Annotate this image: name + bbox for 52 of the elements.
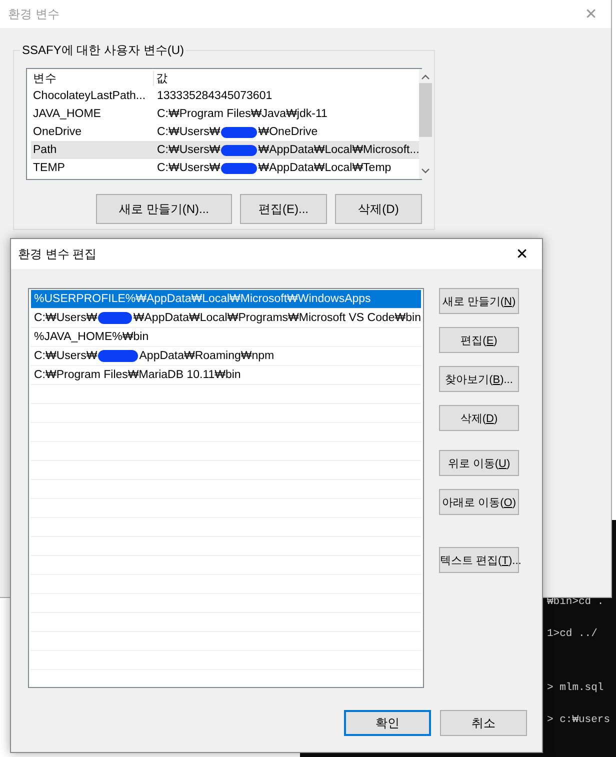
table-cell-text: Path bbox=[32, 144, 58, 156]
scroll-down-icon[interactable] bbox=[421, 168, 430, 174]
dialog-button[interactable]: 확인 bbox=[344, 710, 431, 736]
table-cell: ₩OneDrive bbox=[258, 126, 318, 138]
list-item[interactable]: C:₩Users₩ ₩AppData₩Local₩Programs₩Microsoft VS Code₩bin bbox=[31, 309, 421, 328]
table-cell-text: JAVA_HOME bbox=[32, 108, 102, 120]
terminal-line: > mlm.sql bbox=[547, 682, 605, 694]
side-button[interactable]: 텍스트 편집(T)... bbox=[439, 547, 519, 573]
list-item[interactable]: %JAVA_HOME%₩bin bbox=[31, 328, 421, 347]
dialog-title: 환경 변수 편집 bbox=[18, 246, 97, 262]
list-item[interactable]: C:₩Program Files₩MariaDB 10.11₩bin bbox=[31, 366, 421, 385]
window-title: 환경 변수 bbox=[8, 6, 60, 22]
dialog-button[interactable]: 삭제(D) bbox=[335, 194, 422, 224]
terminal-line: 1>cd ../ bbox=[547, 628, 598, 640]
item-text: ₩AppData₩Local₩Programs₩Microsoft VS Code₩bin bbox=[133, 312, 421, 324]
dialog-button[interactable]: 취소 bbox=[440, 710, 527, 736]
table-row[interactable]: JAVA_HOME C:₩Program Files₩Java₩jdk-11 bbox=[31, 105, 420, 123]
list-item[interactable]: %USERPROFILE%₩AppData₩Local₩Microsoft₩WindowsApps bbox=[31, 290, 421, 309]
item-text: C:₩Program Files₩MariaDB 10.11₩bin bbox=[34, 369, 241, 381]
item-text: C:₩Users₩ bbox=[34, 350, 98, 362]
table-row[interactable]: TEMP C:₩Users₩ ₩AppData₩Local₩Temp bbox=[31, 159, 420, 177]
item-text: AppData₩Roaming₩npm bbox=[139, 350, 274, 362]
table-row[interactable]: Path C:₩Users₩ ₩AppData₩Local₩Microsoft... bbox=[31, 141, 420, 159]
side-button[interactable]: 편집(E) bbox=[439, 327, 519, 353]
item-text: C:₩Users₩ bbox=[34, 312, 98, 324]
scroll-up-icon[interactable] bbox=[421, 74, 430, 80]
table-cell: 133335284345073601 bbox=[157, 90, 272, 102]
dialog-button[interactable]: 편집(E)... bbox=[240, 194, 327, 224]
table-cell: ₩AppData₩Local₩Temp bbox=[258, 162, 392, 174]
table-cell-text: ChocolateyLastPath... bbox=[32, 90, 147, 102]
table-cell: C:₩Users₩ bbox=[157, 126, 220, 138]
column-header[interactable]: 변수 bbox=[31, 70, 153, 86]
item-text: %JAVA_HOME%₩bin bbox=[34, 331, 149, 343]
table-cell: C:₩Users₩ bbox=[157, 162, 220, 174]
dialog-button[interactable]: 새로 만들기(N)... bbox=[96, 194, 232, 224]
item-text: %USERPROFILE%₩AppData₩Local₩Microsoft₩WindowsApps bbox=[34, 293, 371, 305]
side-button[interactable]: 새로 만들기(N) bbox=[439, 288, 519, 314]
table-cell: ₩AppData₩Local₩Microsoft... bbox=[258, 144, 420, 156]
terminal-line: > c:₩users bbox=[547, 714, 610, 726]
table-cell: C:₩Program Files₩Java₩jdk-11 bbox=[157, 108, 328, 120]
side-button[interactable]: 위로 이동(U) bbox=[439, 450, 519, 476]
table-row[interactable]: ChocolateyLastPath... 133335284345073601 bbox=[31, 87, 420, 105]
table-cell-text: TEMP bbox=[32, 162, 66, 174]
table-cell-text: OneDrive bbox=[32, 126, 83, 138]
list-item[interactable]: C:₩Users₩ AppData₩Roaming₩npm bbox=[31, 347, 421, 366]
close-button[interactable]: ✕ bbox=[512, 245, 532, 263]
side-button[interactable]: 아래로 이동(O) bbox=[439, 489, 519, 515]
table-cell: C:₩Users₩ bbox=[157, 144, 220, 156]
table-row[interactable]: OneDrive C:₩Users₩ ₩OneDrive bbox=[31, 123, 420, 141]
group-label: SSAFY에 대한 사용자 변수(U) bbox=[20, 42, 186, 59]
side-button[interactable]: 삭제(D) bbox=[439, 405, 519, 431]
side-button[interactable]: 찾아보기(B)... bbox=[439, 366, 519, 392]
